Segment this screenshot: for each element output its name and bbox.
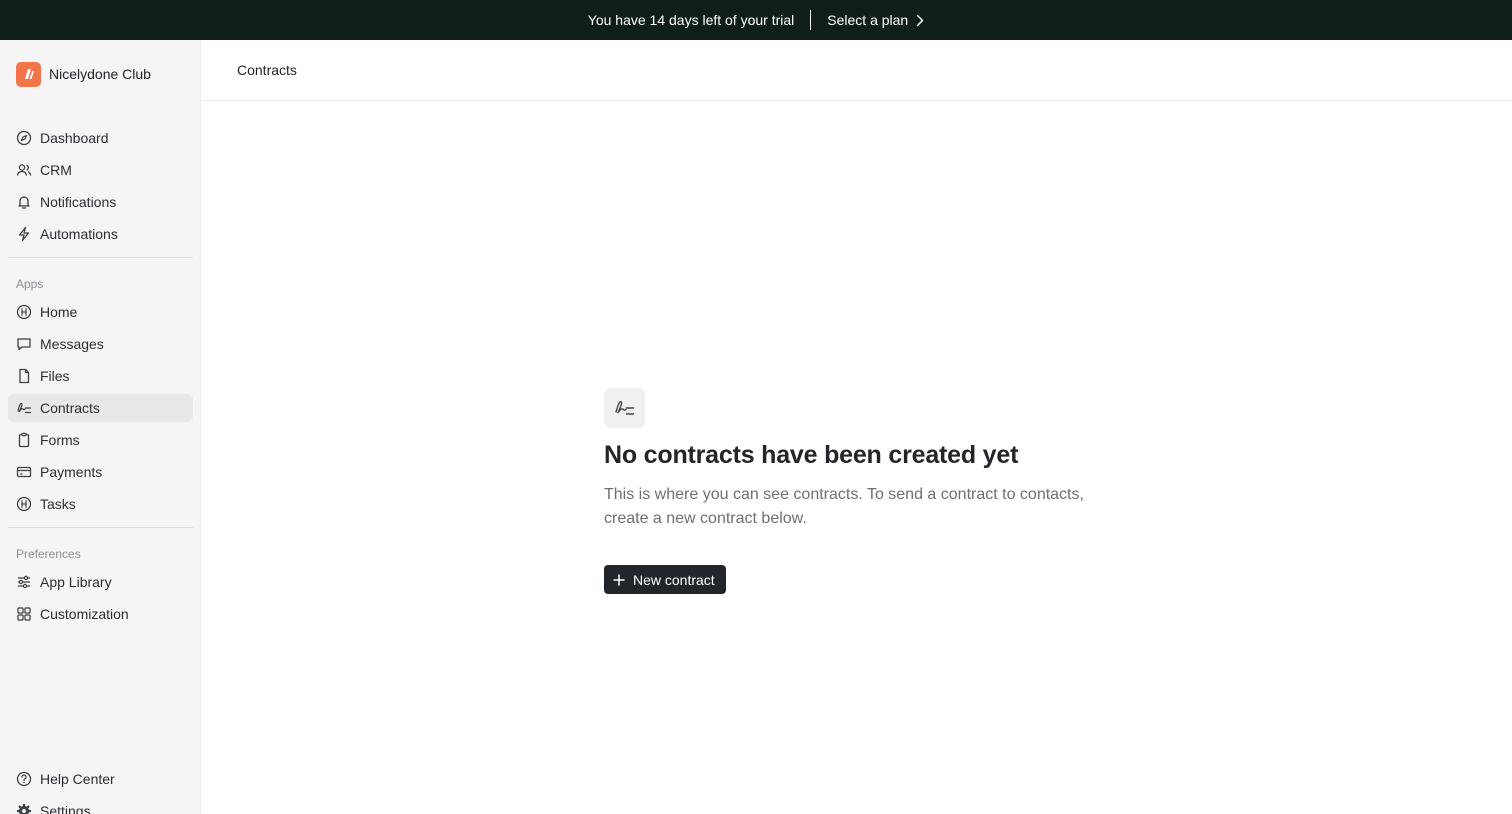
nav-contracts[interactable]: Contracts [8, 394, 193, 422]
nav-automations[interactable]: Automations [8, 220, 193, 248]
help-icon [16, 771, 32, 787]
nav-label: App Library [40, 574, 112, 590]
nav-payments[interactable]: Payments [8, 458, 193, 486]
nav-label: Customization [40, 606, 129, 622]
tasks-icon [16, 496, 32, 512]
chat-icon [16, 336, 32, 352]
credit-card-icon [16, 464, 32, 480]
lightning-icon [16, 226, 32, 242]
nav-help-center[interactable]: Help Center [8, 765, 193, 793]
nav-label: Help Center [40, 771, 115, 787]
nav-notifications[interactable]: Notifications [8, 188, 193, 216]
nav-label: Home [40, 304, 78, 320]
apps-nav: Home Messages Files Contracts Forms Paym… [8, 298, 193, 522]
users-icon [16, 162, 32, 178]
empty-state: No contracts have been created yet This … [604, 388, 1124, 594]
sliders-icon [16, 574, 32, 590]
nav-forms[interactable]: Forms [8, 426, 193, 454]
empty-state-title: No contracts have been created yet [604, 441, 1019, 469]
banner-divider [810, 10, 812, 30]
nav-dashboard[interactable]: Dashboard [8, 124, 193, 152]
plus-icon [613, 573, 625, 586]
file-icon [16, 368, 32, 384]
nav-label: Settings [40, 803, 91, 814]
nav-label: CRM [40, 162, 72, 178]
page-header: Contracts [202, 40, 1512, 101]
nav-messages[interactable]: Messages [8, 330, 193, 358]
nav-files[interactable]: Files [8, 362, 193, 390]
nav-label: Forms [40, 432, 80, 448]
signature-icon [16, 400, 32, 416]
section-label-apps: Apps [16, 277, 44, 291]
sidebar-divider [8, 257, 193, 258]
page-title: Contracts [237, 62, 297, 78]
workspace-logo [16, 61, 41, 87]
select-plan-link[interactable]: Select a plan [827, 12, 924, 28]
trial-banner: You have 14 days left of your trial Sele… [0, 0, 1512, 40]
clipboard-icon [16, 432, 32, 448]
new-contract-label: New contract [633, 571, 715, 588]
chevron-right-icon [916, 14, 924, 26]
nav-label: Payments [40, 464, 103, 480]
grid-icon [16, 606, 32, 622]
nav-label: Automations [40, 226, 118, 242]
section-label-preferences: Preferences [16, 547, 81, 561]
nav-label: Messages [40, 336, 104, 352]
nav-home[interactable]: Home [8, 298, 193, 326]
workspace-switcher[interactable]: Nicelydone Club [16, 61, 151, 87]
select-plan-label: Select a plan [827, 12, 909, 28]
signature-icon [604, 388, 645, 428]
nav-app-library[interactable]: App Library [8, 568, 193, 596]
bell-icon [16, 194, 32, 210]
nav-label: Contracts [40, 400, 100, 416]
nav-tasks[interactable]: Tasks [8, 490, 193, 518]
home-app-icon [16, 304, 32, 320]
preferences-nav: App Library Customization [8, 568, 193, 632]
compass-icon [16, 130, 32, 146]
gear-icon [16, 803, 32, 814]
trial-message: You have 14 days left of your trial [587, 12, 795, 28]
nav-crm[interactable]: CRM [8, 156, 193, 184]
nav-label: Dashboard [40, 130, 109, 146]
sidebar: Nicelydone Club Dashboard CRM Notificati… [0, 40, 201, 814]
workspace-name: Nicelydone Club [49, 66, 151, 82]
main-nav: Dashboard CRM Notifications Automations [8, 124, 193, 252]
new-contract-button[interactable]: New contract [604, 565, 726, 594]
nav-label: Files [40, 368, 70, 384]
sidebar-divider [8, 527, 193, 528]
empty-state-description: This is where you can see contracts. To … [604, 486, 1084, 527]
nav-label: Notifications [40, 194, 117, 210]
footer-nav: Help Center Settings [8, 765, 193, 814]
nav-customization[interactable]: Customization [8, 600, 193, 628]
nav-label: Tasks [40, 496, 76, 512]
nav-settings[interactable]: Settings [8, 797, 193, 814]
